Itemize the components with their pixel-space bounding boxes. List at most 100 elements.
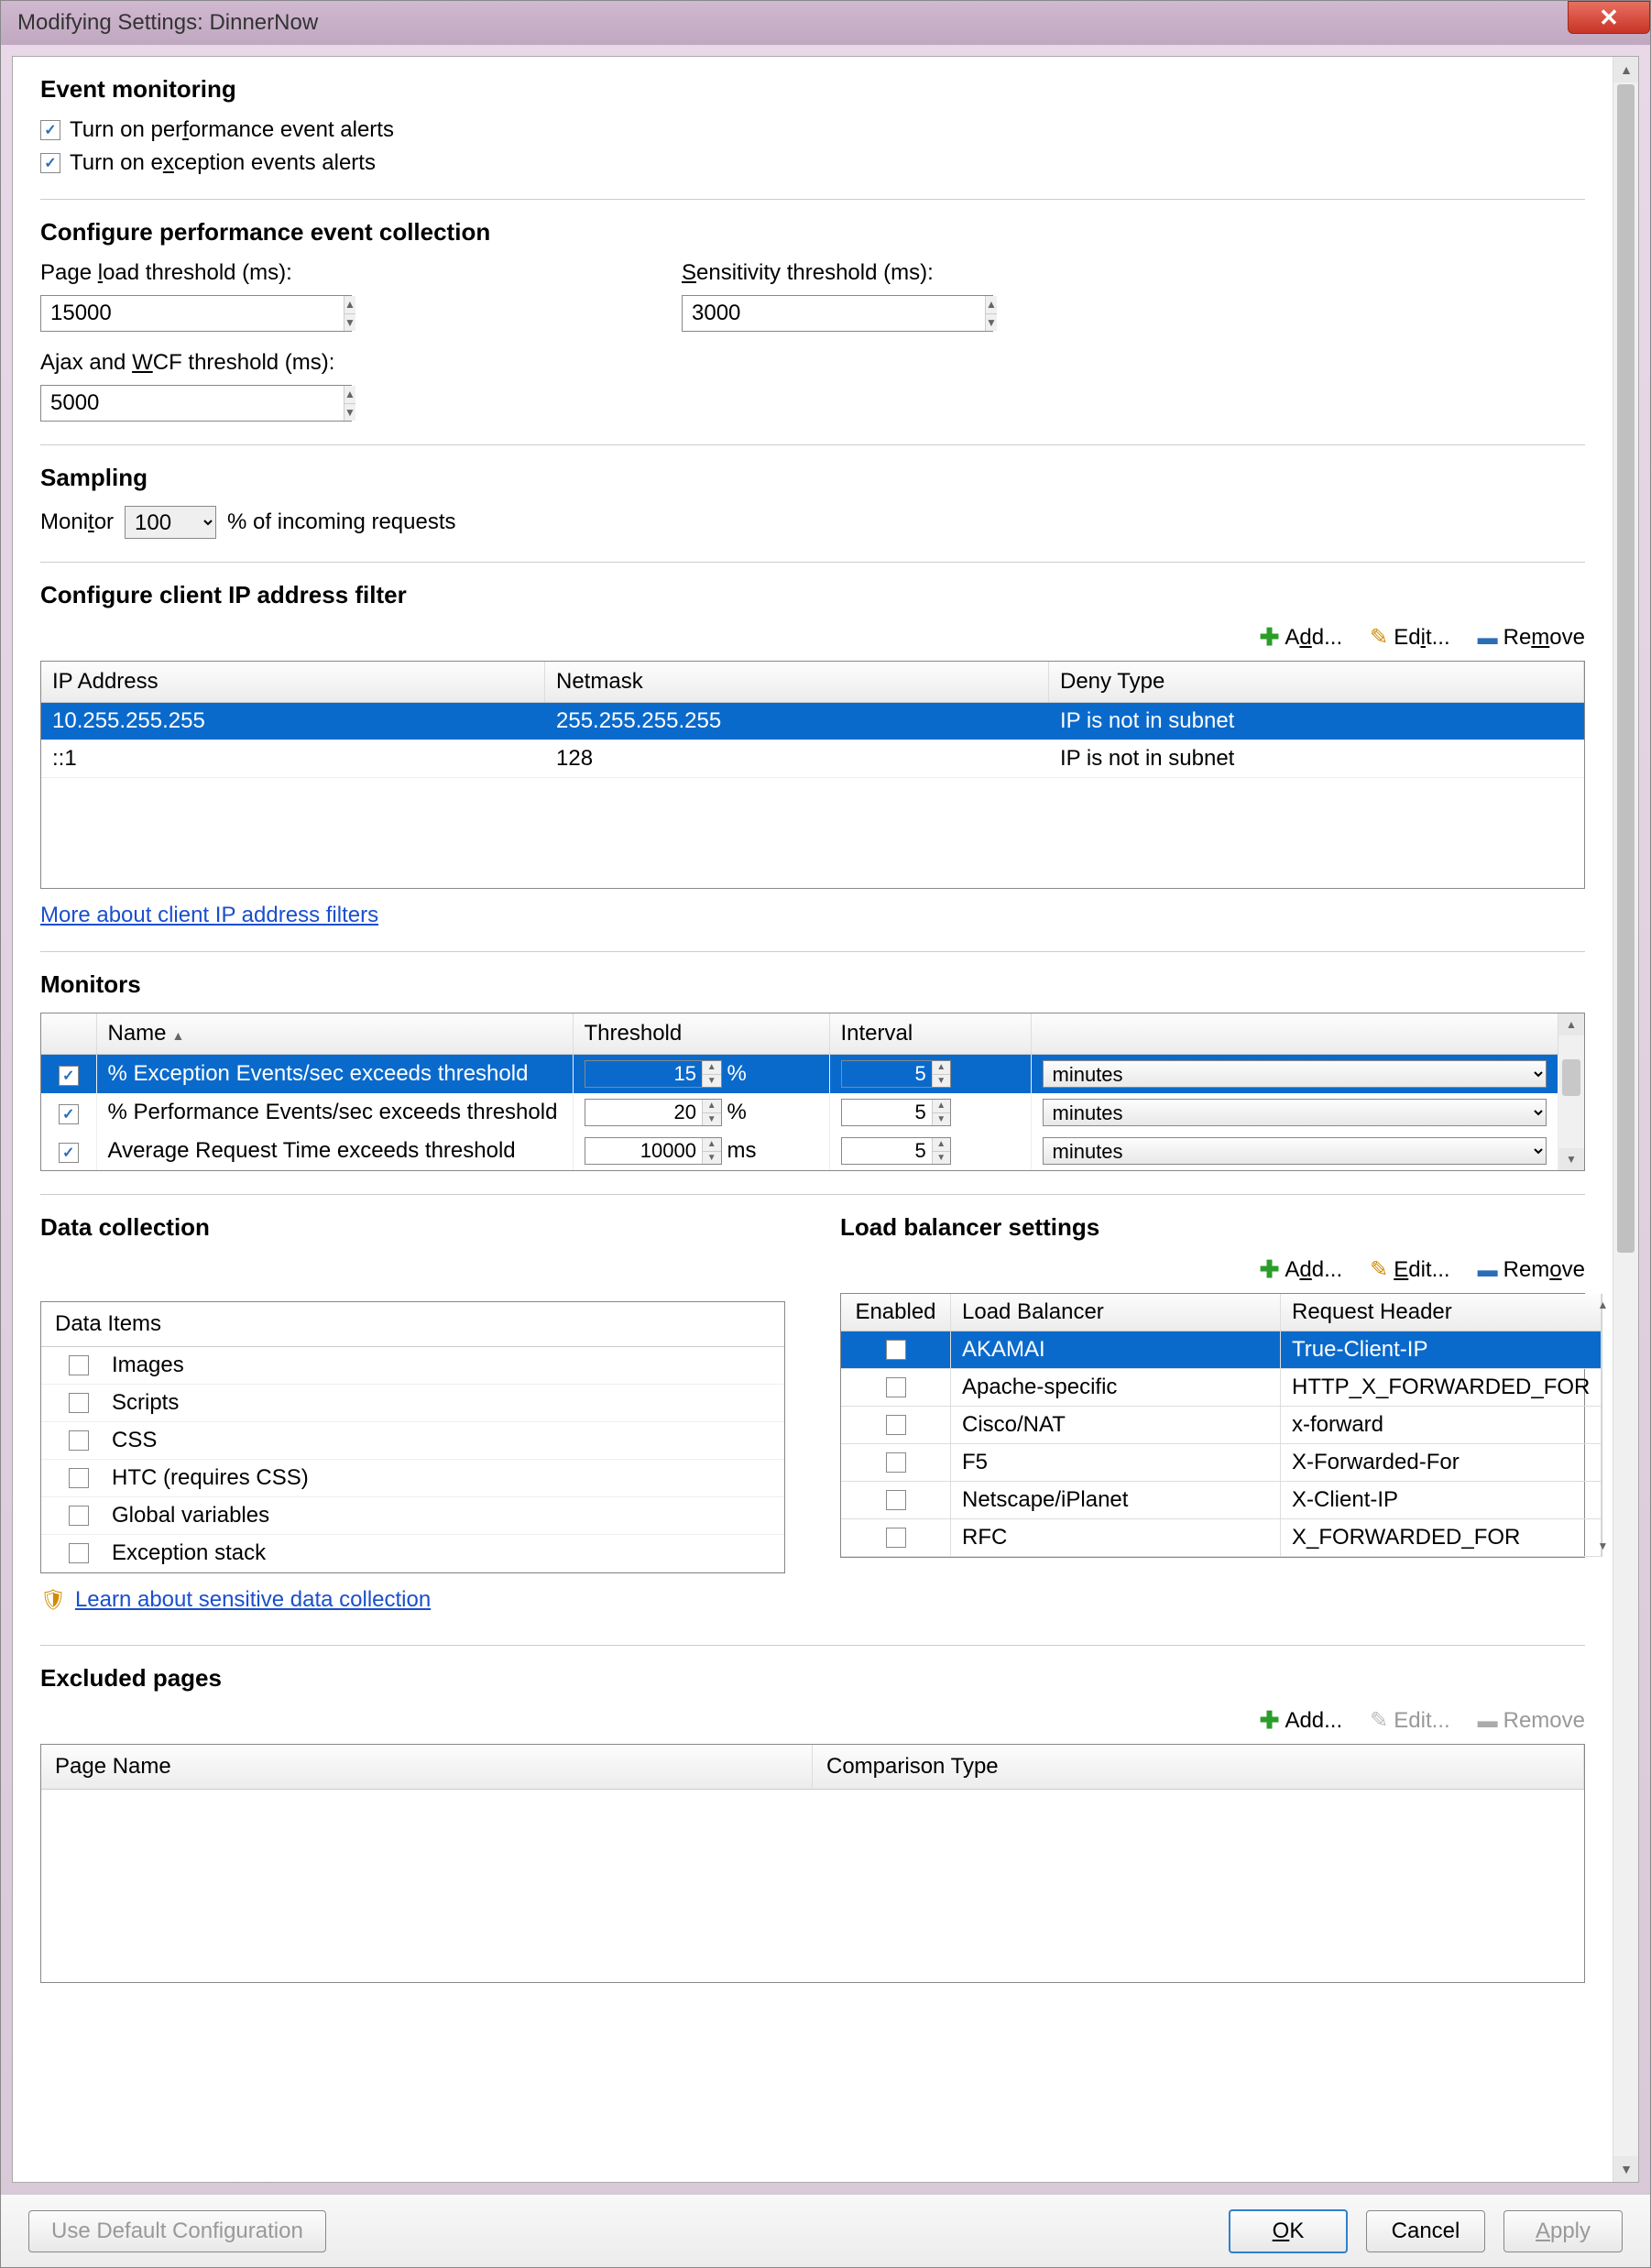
add-icon: ✚ xyxy=(1260,1706,1280,1735)
data-item-row[interactable]: Global variables xyxy=(41,1497,784,1535)
lb-header-header[interactable]: Request Header xyxy=(1281,1294,1602,1331)
monitor-checkbox[interactable] xyxy=(59,1143,79,1163)
remove-icon: ▬ xyxy=(1478,1709,1498,1733)
lb-name-header[interactable]: Load Balancer xyxy=(951,1294,1281,1331)
enabled-header[interactable]: Enabled xyxy=(841,1294,951,1331)
scroll-thumb[interactable] xyxy=(1562,1059,1580,1096)
sensitivity-label: Sensitivity threshold (ms): xyxy=(682,260,993,286)
lb-remove-button[interactable]: ▬Remove xyxy=(1478,1255,1585,1284)
deny-header[interactable]: Deny Type xyxy=(1049,662,1584,702)
interval-field[interactable] xyxy=(842,1061,932,1087)
exc-alerts-row: Turn on exception events alerts xyxy=(40,150,1585,176)
lb-checkbox[interactable] xyxy=(886,1340,906,1360)
interval-unit-select[interactable]: minutes xyxy=(1043,1060,1547,1088)
spin-down-icon[interactable]: ▼ xyxy=(344,314,355,332)
ajax-label: Ajax and WCF threshold (ms): xyxy=(40,350,352,376)
interval-header[interactable]: Interval xyxy=(829,1013,1031,1055)
interval-field[interactable] xyxy=(842,1138,932,1164)
remove-icon: ▬ xyxy=(1478,626,1498,650)
data-item-row[interactable]: Exception stack xyxy=(41,1535,784,1572)
lb-row[interactable]: F5X-Forwarded-For xyxy=(841,1444,1602,1482)
spin-down-icon[interactable]: ▼ xyxy=(344,404,355,422)
interval-unit-select[interactable]: minutes xyxy=(1043,1099,1547,1126)
data-collection-link[interactable]: Learn about sensitive data collection xyxy=(75,1587,431,1613)
scroll-down-icon[interactable]: ▼ xyxy=(1613,2156,1639,2182)
perf-alerts-checkbox[interactable] xyxy=(40,120,60,140)
page-load-field[interactable] xyxy=(41,296,344,331)
data-items-header: Data Items xyxy=(41,1302,784,1347)
sensitivity-field[interactable] xyxy=(683,296,985,331)
data-item-checkbox[interactable] xyxy=(69,1543,89,1563)
ip-header[interactable]: IP Address xyxy=(41,662,545,702)
scroll-thumb[interactable] xyxy=(1617,84,1635,1253)
ajax-field[interactable] xyxy=(41,386,344,421)
ip-add-button[interactable]: ✚Add... xyxy=(1260,623,1343,652)
lb-row[interactable]: Cisco/NATx-forward xyxy=(841,1407,1602,1444)
data-item-checkbox[interactable] xyxy=(69,1468,89,1488)
lb-row[interactable]: RFCX_FORWARDED_FOR xyxy=(841,1519,1602,1557)
monitor-select[interactable]: 100 xyxy=(125,506,216,539)
data-items-table: Data Items Images Scripts CSS HTC (requi… xyxy=(40,1301,785,1573)
lb-checkbox[interactable] xyxy=(886,1490,906,1510)
divider xyxy=(40,562,1585,563)
comparison-header[interactable]: Comparison Type xyxy=(813,1745,1584,1789)
ip-edit-button[interactable]: ✎Edit... xyxy=(1370,623,1449,652)
ip-row[interactable]: ::1 128 IP is not in subnet xyxy=(41,740,1584,778)
data-item-checkbox[interactable] xyxy=(69,1506,89,1526)
edit-icon: ✎ xyxy=(1370,1707,1388,1734)
threshold-field[interactable] xyxy=(585,1100,702,1125)
lb-row[interactable]: Netscape/iPlanetX-Client-IP xyxy=(841,1482,1602,1519)
monitor-row[interactable]: % Exception Events/sec exceeds threshold… xyxy=(41,1055,1558,1094)
sensitivity-input[interactable]: ▲▼ xyxy=(682,295,993,332)
page-load-input[interactable]: ▲▼ xyxy=(40,295,352,332)
lb-checkbox[interactable] xyxy=(886,1377,906,1397)
lb-checkbox[interactable] xyxy=(886,1452,906,1473)
monitor-row[interactable]: % Performance Events/sec exceeds thresho… xyxy=(41,1093,1558,1132)
monitor-row[interactable]: Average Request Time exceeds threshold ▲… xyxy=(41,1132,1558,1170)
ip-filter-more-link[interactable]: More about client IP address filters xyxy=(40,903,378,927)
threshold-field[interactable] xyxy=(585,1138,702,1164)
scroll-down-icon[interactable]: ▼ xyxy=(1558,1148,1584,1170)
threshold-header[interactable]: Threshold xyxy=(573,1013,829,1055)
scroll-up-icon[interactable]: ▲ xyxy=(1558,1013,1584,1035)
spin-up-icon[interactable]: ▲ xyxy=(344,386,355,404)
lb-checkbox[interactable] xyxy=(886,1528,906,1548)
lb-checkbox[interactable] xyxy=(886,1415,906,1435)
netmask-header[interactable]: Netmask xyxy=(545,662,1049,702)
ip-remove-button[interactable]: ▬Remove xyxy=(1478,623,1585,652)
monitor-checkbox[interactable] xyxy=(59,1066,79,1086)
data-item-row[interactable]: CSS xyxy=(41,1422,784,1460)
ajax-input[interactable]: ▲▼ xyxy=(40,385,352,422)
threshold-field[interactable] xyxy=(585,1061,702,1087)
remove-icon: ▬ xyxy=(1478,1258,1498,1282)
spin-up-icon[interactable]: ▲ xyxy=(344,296,355,314)
scroll-up-icon[interactable]: ▲ xyxy=(1613,57,1639,82)
ok-button[interactable]: OK xyxy=(1229,2209,1348,2253)
interval-unit-select[interactable]: minutes xyxy=(1043,1137,1547,1165)
data-item-row[interactable]: HTC (requires CSS) xyxy=(41,1460,784,1497)
data-item-checkbox[interactable] xyxy=(69,1393,89,1413)
cancel-button[interactable]: Cancel xyxy=(1366,2210,1485,2252)
data-item-row[interactable]: Scripts xyxy=(41,1385,784,1422)
monitors-table: Name▲ Threshold Interval % Exception Eve… xyxy=(41,1013,1558,1170)
spin-down-icon[interactable]: ▼ xyxy=(986,314,997,332)
lb-edit-button[interactable]: ✎Edit... xyxy=(1370,1255,1449,1284)
lb-add-button[interactable]: ✚Add... xyxy=(1260,1255,1343,1284)
page-name-header[interactable]: Page Name xyxy=(41,1745,813,1789)
monitor-checkbox[interactable] xyxy=(59,1104,79,1124)
name-header[interactable]: Name▲ xyxy=(96,1013,573,1055)
interval-field[interactable] xyxy=(842,1100,932,1125)
data-item-checkbox[interactable] xyxy=(69,1430,89,1451)
exc-alerts-checkbox[interactable] xyxy=(40,153,60,173)
monitors-scrollbar[interactable]: ▲ ▼ xyxy=(1558,1013,1584,1170)
lb-row[interactable]: Apache-specificHTTP_X_FORWARDED_FOR xyxy=(841,1369,1602,1407)
excl-add-button[interactable]: ✚Add... xyxy=(1260,1706,1343,1735)
spin-up-icon[interactable]: ▲ xyxy=(986,296,997,314)
ip-row[interactable]: 10.255.255.255 255.255.255.255 IP is not… xyxy=(41,703,1584,740)
lb-row[interactable]: AKAMAITrue-Client-IP xyxy=(841,1331,1602,1369)
close-button[interactable]: ✕ xyxy=(1568,1,1650,34)
ip-filter-heading: Configure client IP address filter xyxy=(40,581,1585,609)
data-item-row[interactable]: Images xyxy=(41,1347,784,1385)
page-scrollbar[interactable]: ▲ ▼ xyxy=(1613,57,1638,2182)
data-item-checkbox[interactable] xyxy=(69,1355,89,1375)
